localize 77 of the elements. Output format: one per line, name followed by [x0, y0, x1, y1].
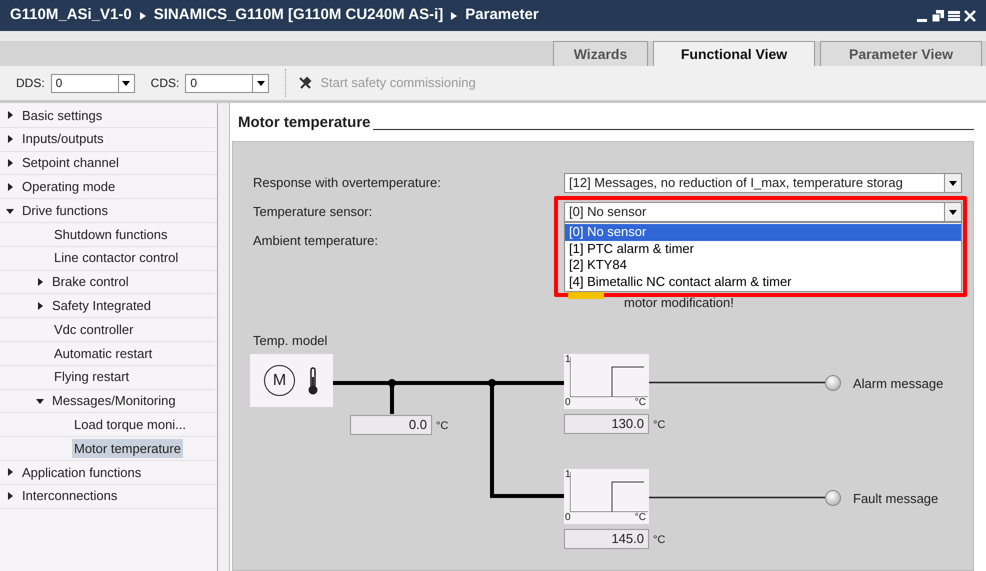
tab[interactable]: Parameter View — [820, 41, 982, 66]
dropdown-arrow-icon[interactable] — [122, 80, 130, 86]
tree-item[interactable]: Automatic restart — [52, 344, 154, 364]
dropdown[interactable]: [12] Messages, no reduction of I_max, temperature storag — [564, 173, 962, 193]
axis-label: °C — [634, 512, 646, 524]
close-icon[interactable] — [964, 10, 976, 22]
breadcrumb-arrow-icon — [451, 12, 458, 20]
collapsed-caret-icon[interactable] — [36, 278, 44, 286]
dropdown-arrow-icon[interactable] — [949, 210, 957, 214]
tree-item[interactable]: Brake control — [50, 272, 131, 292]
collapsed-caret-icon[interactable] — [6, 111, 14, 120]
setting-label: Temperature sensor: — [253, 203, 374, 222]
collapsed-caret-icon[interactable] — [6, 492, 14, 500]
motor-symbol: M — [264, 365, 295, 396]
collapsed-caret-icon[interactable] — [6, 135, 14, 144]
tree-item[interactable]: Line contactor control — [52, 248, 180, 268]
value-field[interactable]: 130.0 — [564, 414, 649, 434]
field-label: DDS: — [16, 75, 45, 92]
dropdown-option[interactable]: [2] KTY84 — [565, 257, 961, 274]
tree-item[interactable]: Basic settings — [20, 106, 104, 126]
collapsed-caret-icon[interactable] — [6, 468, 14, 476]
tree-item[interactable]: Load torque moni... — [72, 415, 188, 434]
restore-icon[interactable] — [932, 10, 944, 22]
collapsed-caret-icon[interactable] — [36, 302, 44, 310]
tree-item[interactable]: Setpoint channel — [20, 153, 121, 173]
collapsed-caret-icon[interactable] — [6, 158, 14, 167]
axis-label: 0 — [565, 512, 571, 524]
tab[interactable]: Functional View — [653, 41, 815, 66]
axis-label: °C — [634, 397, 646, 409]
indicator-lamp — [825, 490, 841, 506]
unit-label: °C — [436, 419, 448, 434]
expanded-caret-icon[interactable] — [36, 396, 44, 405]
value-field[interactable]: 0.0 — [350, 415, 432, 435]
tree-item[interactable]: Flying restart — [52, 367, 132, 387]
axis-label: 0 — [565, 397, 571, 409]
setting-label: Response with overtemperature: — [253, 174, 442, 192]
thermometer-icon — [307, 366, 319, 394]
field-label: CDS: — [150, 75, 180, 92]
dropdown-option[interactable]: [0] No sensor — [565, 224, 961, 240]
breadcrumb-item[interactable]: Parameter — [465, 4, 539, 27]
tree-item[interactable]: Inputs/outputs — [20, 129, 106, 149]
tree-item[interactable]: Operating mode — [20, 177, 118, 197]
model-title: Temp. model — [253, 332, 328, 350]
collapsed-caret-icon[interactable] — [6, 182, 14, 191]
expanded-caret-icon[interactable] — [6, 206, 14, 215]
section-title: Motor temperature — [238, 112, 371, 132]
unit-label: °C — [653, 533, 666, 548]
breadcrumb-item[interactable]: SINAMICS_G110M [G110M CU240M AS-i] — [154, 4, 444, 27]
warning-text: motor modification! — [624, 294, 734, 312]
tree-item[interactable]: Shutdown functions — [52, 224, 170, 244]
message-label: Alarm message — [853, 375, 944, 393]
message-label: Fault message — [853, 490, 938, 508]
setting-label: Ambient temperature: — [253, 232, 380, 250]
tree-item[interactable]: Interconnections — [20, 486, 120, 506]
dropdown-option[interactable]: [1] PTC alarm & timer — [565, 240, 961, 257]
dropdown-option[interactable]: [4] Bimetallic NC contact alarm & timer — [565, 274, 961, 290]
tree-item[interactable]: Vdc controller — [52, 320, 136, 340]
dropdown[interactable]: [0] No sensor — [564, 202, 962, 222]
dropdown-arrow-icon[interactable] — [256, 80, 265, 86]
dropdown[interactable]: 0 — [50, 74, 135, 92]
axis-label: 1 — [565, 354, 571, 366]
tree-item[interactable]: Safety Integrated — [50, 296, 154, 316]
breadcrumb-item[interactable]: G110M_ASi_V1-0 — [10, 4, 132, 27]
tools-icon — [298, 76, 312, 90]
axis-label: 1 — [565, 469, 571, 481]
tree-item[interactable]: Drive functions — [20, 200, 110, 220]
dropdown[interactable]: 0 — [185, 74, 270, 92]
tree-item[interactable]: Application functions — [20, 462, 144, 482]
breadcrumb-arrow-icon — [140, 12, 146, 20]
indicator-lamp — [825, 375, 841, 391]
unit-label: °C — [653, 418, 666, 433]
tree-item[interactable]: Motor temperature — [72, 438, 183, 458]
value-field[interactable]: 145.0 — [564, 529, 649, 549]
dropdown-arrow-icon[interactable] — [949, 180, 957, 186]
maximize-icon[interactable] — [948, 10, 960, 22]
tab[interactable]: Wizards — [553, 41, 648, 66]
tree-item[interactable]: Messages/Monitoring — [50, 391, 178, 411]
